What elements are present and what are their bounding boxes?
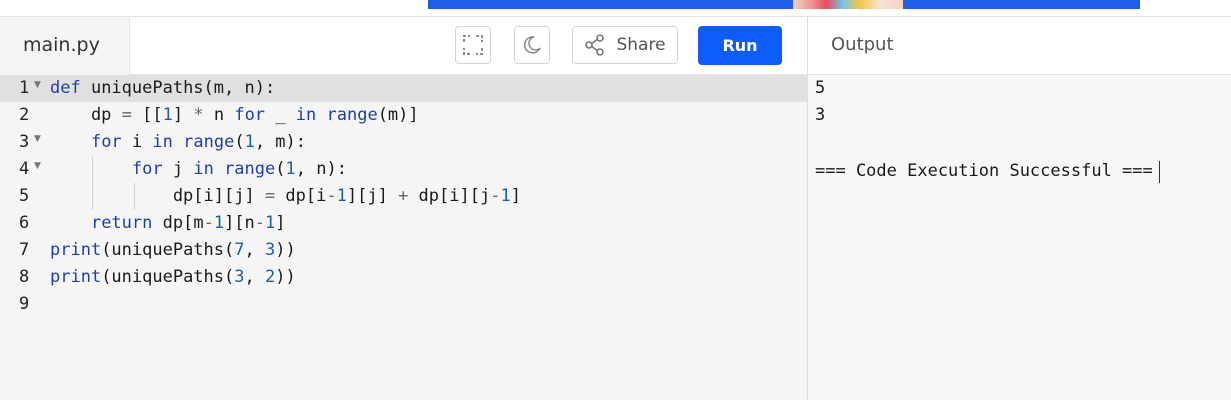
code-line-7: print(uniquePaths(7, 3))	[50, 240, 296, 260]
line-number: 9	[19, 294, 30, 314]
share-button-label: Share	[616, 35, 666, 55]
code-line-4: for j in range(1, n):	[131, 159, 347, 179]
fold-toggle-icon[interactable]: ▼	[34, 161, 41, 171]
code-line-1: def uniquePaths(m, n):	[50, 78, 276, 98]
code-line-8: print(uniquePaths(3, 2))	[50, 267, 296, 287]
line-number: 7	[19, 240, 30, 260]
fold-toggle-icon[interactable]: ▼	[34, 80, 41, 90]
share-button[interactable]: Share	[572, 26, 678, 64]
fullscreen-icon	[463, 35, 483, 55]
gutter-line: 3 ▼	[0, 129, 46, 156]
code-line-6: return dp[m-1][n-1]	[90, 213, 286, 233]
moon-icon	[523, 36, 541, 54]
code-line-2: dp = [[1] * n for _ in range(m)]	[50, 105, 419, 125]
code-line-3: for i in range(1, m):	[90, 132, 306, 152]
output-line: 3	[815, 105, 826, 125]
line-number: 3	[19, 132, 30, 152]
output-success-message: === Code Execution Successful ===	[815, 161, 1153, 181]
line-number: 1	[19, 78, 30, 98]
file-tab[interactable]: main.py	[0, 17, 130, 75]
line-number: 6	[19, 213, 30, 233]
line-number: 4	[19, 159, 30, 179]
gutter-line: 7	[0, 237, 46, 264]
share-icon	[585, 34, 605, 56]
gutter-line: 9	[0, 291, 46, 318]
output-line: 5	[815, 78, 826, 98]
line-number: 8	[19, 267, 30, 287]
line-number: 5	[19, 186, 30, 206]
file-tab-label: main.py	[23, 34, 100, 56]
gutter-line: 8	[0, 264, 46, 291]
gutter-line: 6	[0, 210, 46, 237]
banner-illustration	[793, 0, 903, 9]
output-title: Output	[831, 34, 894, 55]
code-line-5: dp[i][j] = dp[i-1][j] + dp[i][j-1]	[50, 186, 521, 206]
fold-toggle-icon[interactable]: ▼	[34, 134, 41, 144]
editor-toolbar: main.py Share Run	[0, 17, 807, 75]
code-editor[interactable]: 1 ▼ 2 3 ▼ 4 ▼ 5 6 7 8 9 def uniquePaths(m, …	[0, 75, 807, 400]
gutter-line: 5	[0, 183, 46, 210]
fullscreen-button[interactable]	[455, 26, 491, 64]
run-button[interactable]: Run	[698, 26, 782, 65]
gutter-line: 1 ▼	[0, 75, 46, 102]
theme-toggle-button[interactable]	[514, 26, 550, 64]
gutter-line: 4 ▼	[0, 156, 46, 183]
gutter-line: 2	[0, 102, 46, 129]
text-cursor	[1159, 161, 1160, 183]
line-number: 2	[19, 105, 30, 125]
run-button-label: Run	[722, 36, 758, 55]
top-banner	[428, 0, 1140, 9]
output-panel: 5 3 === Code Execution Successful ===	[808, 75, 1231, 400]
output-header: Output	[808, 17, 1231, 75]
